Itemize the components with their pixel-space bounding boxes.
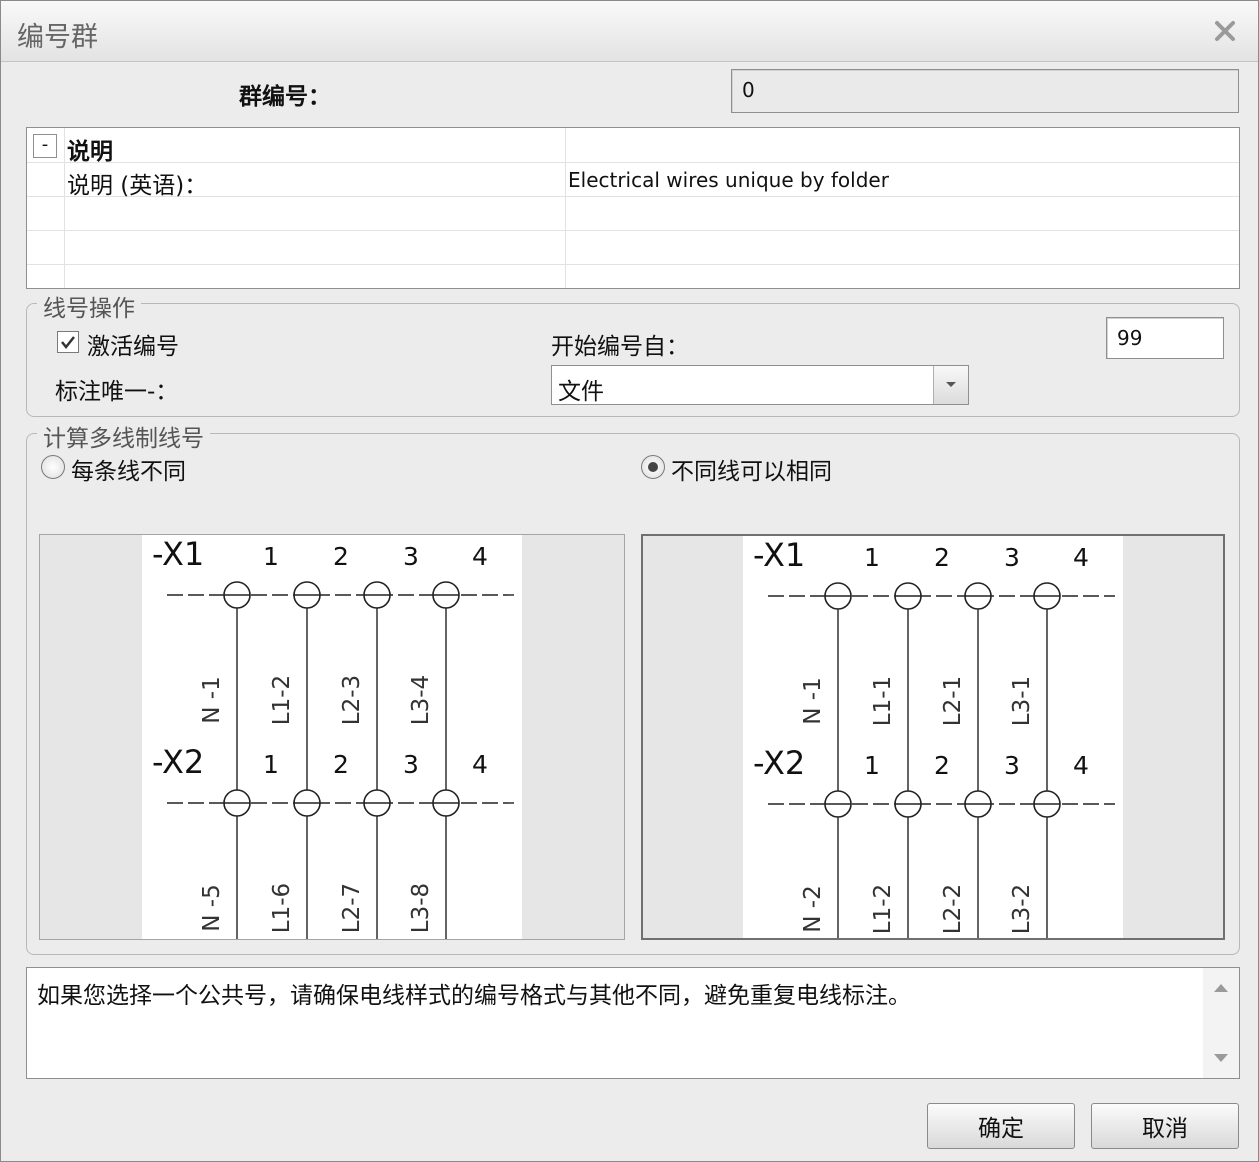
- terminal-number: 1: [864, 751, 880, 780]
- wire-number-label: L2-2: [940, 884, 966, 934]
- group-number-value: 0: [742, 78, 755, 102]
- activate-checkbox[interactable]: [57, 331, 79, 353]
- device-reference: -X2: [753, 744, 805, 782]
- wire-number-label: L1-2: [870, 884, 896, 934]
- property-value[interactable]: Electrical wires unique by folder: [568, 168, 889, 192]
- preview-diagram-left: -X1 1 N -1 2 L1-2 3 L2-3 4 L3-4 -X2 1 N -5 2 L1-6 3 L2-…: [142, 535, 522, 939]
- chevron-down-icon: [946, 382, 956, 387]
- terminal-number: 3: [403, 750, 419, 779]
- scroll-down-icon[interactable]: [1214, 1054, 1228, 1062]
- wire-number-label: L1-6: [269, 883, 295, 933]
- wire-number-label: N -1: [199, 676, 225, 723]
- terminal-number: 4: [1073, 751, 1089, 780]
- start-number-label: 开始编号自：: [551, 334, 689, 360]
- unique-scope-select[interactable]: 文件: [551, 365, 969, 405]
- wire-number-label: L2-3: [339, 675, 365, 725]
- terminal-number: 4: [472, 750, 488, 779]
- option-each-different-label: 每条线不同: [71, 459, 186, 485]
- section-row: - 说明: [27, 128, 1239, 165]
- wire-number-label: L3-1: [1009, 676, 1035, 726]
- dropdown-button[interactable]: [933, 366, 968, 404]
- numbering-group-dialog: 编号群 群编号： 0 - 说明 说明 (英语)： Electrical wire…: [0, 0, 1259, 1162]
- terminal-number: 3: [403, 542, 419, 571]
- wire-number-label: L1-2: [269, 675, 295, 725]
- radio-each-different[interactable]: [41, 455, 65, 479]
- info-message-box: 如果您选择一个公共号，请确保电线样式的编号格式与其他不同，避免重复电线标注。: [26, 967, 1240, 1079]
- wire-number-label: L1-1: [870, 676, 896, 726]
- wire-number-label: L3-4: [408, 675, 434, 725]
- terminal-number: 1: [263, 542, 279, 571]
- empty-row: [27, 230, 1239, 265]
- preview-diagram-right: -X1 1 N -1 2 L1-1 3 L2-1 4 L3-1 -X2 1 N -2 2 L1-2 3 L2-…: [743, 536, 1123, 940]
- device-reference: -X2: [152, 743, 204, 781]
- radio-selected-dot: [648, 462, 658, 472]
- close-icon[interactable]: [1207, 13, 1243, 49]
- terminal-number: 3: [1004, 751, 1020, 780]
- device-reference: -X1: [152, 535, 204, 573]
- group-number-label: 群编号：: [239, 84, 331, 110]
- radio-same-allowed[interactable]: [641, 455, 665, 479]
- wire-number-label: L3-8: [408, 883, 434, 933]
- terminal-number: 4: [1073, 543, 1089, 572]
- check-icon: [61, 336, 75, 350]
- wire-number-label: L3-2: [1009, 884, 1035, 934]
- property-name: 说明 (英语)：: [67, 173, 208, 199]
- wiring-diagram-left: -X1 1 N -1 2 L1-2 3 L2-3 4 L3-4 -X2 1 N -5 2 L1-6 3 L2-…: [152, 535, 514, 939]
- terminal-number: 2: [934, 751, 950, 780]
- preview-each-different[interactable]: -X1 1 N -1 2 L1-2 3 L2-3 4 L3-4 -X2 1 N -5 2 L1-6 3 L2-…: [39, 534, 625, 940]
- cancel-button[interactable]: 取消: [1091, 1103, 1239, 1149]
- info-message: 如果您选择一个公共号，请确保电线样式的编号格式与其他不同，避免重复电线标注。: [37, 983, 911, 1009]
- multiline-legend: 计算多线制线号: [37, 419, 210, 453]
- empty-row: [27, 196, 1239, 231]
- activate-label: 激活编号: [87, 334, 179, 360]
- terminal-number: 2: [333, 750, 349, 779]
- wire-number-label: N -2: [800, 885, 826, 932]
- wire-ops-legend: 线号操作: [37, 289, 141, 323]
- terminal-number: 3: [1004, 543, 1020, 572]
- unique-label: 标注唯一-：: [55, 379, 179, 405]
- wire-number-label: L2-7: [339, 883, 365, 933]
- collapse-toggle[interactable]: -: [33, 134, 57, 158]
- wiring-diagram-right: -X1 1 N -1 2 L1-1 3 L2-1 4 L3-1 -X2 1 N -2 2 L1-2 3 L2-…: [753, 536, 1115, 940]
- wire-number-label: N -1: [800, 677, 826, 724]
- window-title: 编号群: [17, 22, 98, 53]
- device-reference: -X1: [753, 536, 805, 574]
- property-row[interactable]: 说明 (英语)： Electrical wires unique by fold…: [27, 162, 1239, 199]
- wire-number-label: L2-1: [940, 676, 966, 726]
- title-bar[interactable]: 编号群: [1, 1, 1258, 62]
- preview-same-allowed[interactable]: -X1 1 N -1 2 L1-1 3 L2-1 4 L3-1 -X2 1 N -2 2 L1-2 3 L2-…: [641, 534, 1225, 940]
- terminal-number: 1: [864, 543, 880, 572]
- terminal-number: 1: [263, 750, 279, 779]
- terminal-number: 2: [934, 543, 950, 572]
- start-number-value: 99: [1117, 326, 1143, 350]
- option-same-allowed-label: 不同线可以相同: [671, 459, 832, 485]
- start-number-input[interactable]: 99: [1106, 317, 1224, 359]
- terminal-number: 4: [472, 542, 488, 571]
- terminal-number: 2: [333, 542, 349, 571]
- group-number-field[interactable]: 0: [731, 69, 1239, 113]
- wire-number-label: N -5: [199, 884, 225, 931]
- section-label: 说明: [67, 139, 113, 165]
- description-property-grid: - 说明 说明 (英语)： Electrical wires unique by…: [26, 127, 1240, 289]
- ok-button[interactable]: 确定: [927, 1103, 1075, 1149]
- unique-scope-value: 文件: [558, 379, 604, 405]
- scroll-up-icon[interactable]: [1214, 984, 1228, 992]
- message-scrollbar[interactable]: [1203, 968, 1239, 1078]
